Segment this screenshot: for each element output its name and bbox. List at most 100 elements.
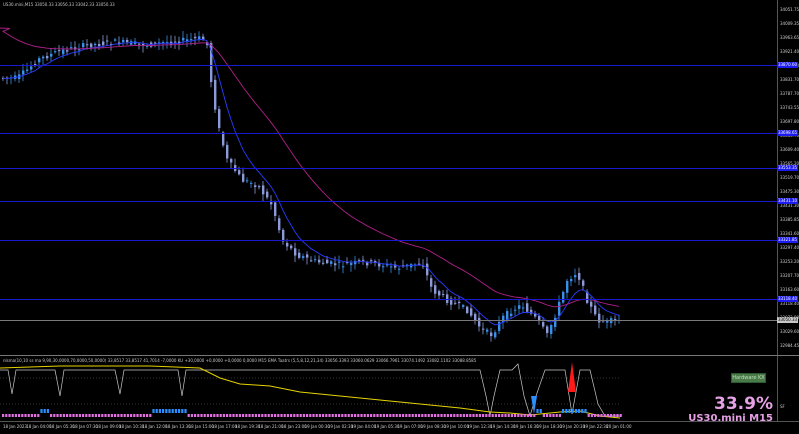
histogram-bar xyxy=(88,414,91,417)
candle-body xyxy=(226,144,229,159)
histogram-bar xyxy=(283,414,286,417)
histogram-bar xyxy=(5,414,8,417)
time-axis-label: 18 Jan 19:30 xyxy=(235,424,261,429)
histogram-bar xyxy=(507,414,510,417)
candle-body xyxy=(490,332,493,337)
histogram-bar xyxy=(286,414,289,417)
candle-body xyxy=(54,51,57,53)
histogram-bar xyxy=(216,414,219,417)
histogram-bar xyxy=(590,414,593,417)
histogram-bar xyxy=(187,414,190,417)
candle-body xyxy=(102,41,105,46)
histogram-bar xyxy=(350,414,353,417)
time-axis-label: 19 Jan 12:30 xyxy=(467,424,493,429)
candle-body xyxy=(122,39,125,43)
histogram-bar xyxy=(558,414,561,417)
time-axis-label: 19 Jan 08:30 xyxy=(420,424,446,429)
candle-body xyxy=(522,307,525,309)
candle-body xyxy=(566,280,569,293)
histogram-bar xyxy=(456,414,459,417)
histogram-bar xyxy=(366,414,369,417)
price-axis-label: 34051.75 xyxy=(780,7,799,12)
candle-body xyxy=(46,56,49,59)
indicator-svg[interactable] xyxy=(0,356,777,421)
candle-body xyxy=(22,70,25,75)
histogram-bar xyxy=(203,414,206,417)
histogram-bar xyxy=(72,414,75,417)
histogram-bar xyxy=(318,414,321,417)
candle-body xyxy=(182,37,185,41)
candle-body xyxy=(238,170,241,175)
histogram-bar xyxy=(104,414,107,417)
level-line[interactable] xyxy=(0,65,777,66)
candle-body xyxy=(358,260,361,262)
histogram-bar xyxy=(126,414,129,417)
histogram-bar xyxy=(43,409,46,413)
ema-fast-line[interactable] xyxy=(2,38,620,326)
histogram-bar xyxy=(344,414,347,417)
histogram-bar xyxy=(210,414,213,417)
histogram-bar xyxy=(565,409,568,413)
level-line[interactable] xyxy=(0,240,777,241)
time-axis-label: 20 Jan 01:00 xyxy=(606,424,632,429)
candle-body xyxy=(494,332,497,338)
indicator-pane[interactable] xyxy=(0,356,777,421)
histogram-bar xyxy=(533,414,536,417)
candle-body xyxy=(438,291,441,296)
time-axis[interactable]: 18 Jan 2023 18 Jan 04:00 18 Jan 05:30 18 Ja… xyxy=(0,421,799,434)
histogram-bar xyxy=(472,414,475,417)
candle-body xyxy=(242,173,245,182)
candle-body xyxy=(82,43,85,48)
histogram-bar xyxy=(347,414,350,417)
price-axis-label: 33341.60 xyxy=(780,231,799,236)
histogram-bar xyxy=(616,414,619,417)
level-line[interactable] xyxy=(0,201,777,202)
histogram-bar xyxy=(488,414,491,417)
level-line[interactable] xyxy=(0,133,777,134)
histogram-bar xyxy=(546,414,549,417)
candle-body xyxy=(434,285,437,294)
histogram-bar xyxy=(520,414,523,417)
candle-body xyxy=(342,266,345,268)
histogram-bar xyxy=(510,414,513,417)
price-axis-label: 33831.70 xyxy=(780,77,799,82)
histogram-bar xyxy=(578,409,581,413)
histogram-bar xyxy=(603,414,606,417)
main-chart[interactable] xyxy=(0,0,777,355)
candle-body xyxy=(430,278,433,287)
histogram-bar xyxy=(478,414,481,417)
candle-body xyxy=(466,306,469,313)
histogram-bar xyxy=(299,414,302,417)
histogram-bar xyxy=(101,414,104,417)
histogram-bar xyxy=(30,414,33,417)
candle-body xyxy=(86,44,89,46)
candle-body xyxy=(298,252,301,258)
level-line[interactable] xyxy=(0,168,777,169)
histogram-bar xyxy=(184,409,187,413)
price-axis-label: 33163.60 xyxy=(780,287,799,292)
candle-body xyxy=(562,291,565,303)
histogram-bar xyxy=(194,414,197,417)
candle-body xyxy=(362,259,365,261)
candle-body xyxy=(218,109,221,129)
histogram-bar xyxy=(536,409,539,413)
current-price-tag: 33050.33 xyxy=(777,317,798,323)
time-axis-label: 19 Jan 16:30 xyxy=(513,424,539,429)
candle-body xyxy=(546,326,549,333)
candle-body xyxy=(66,50,69,52)
histogram-bar xyxy=(69,414,72,417)
histogram-bar xyxy=(46,409,49,413)
indicator-axis[interactable]: SF xyxy=(777,356,799,421)
candle-body xyxy=(322,262,325,264)
indicator-toggle-button[interactable]: Hardware KX xyxy=(731,373,766,383)
histogram-bar xyxy=(421,414,424,417)
time-axis-label: 18 Jan 17:00 xyxy=(211,424,238,429)
histogram-bar xyxy=(539,409,542,413)
level-line[interactable] xyxy=(0,299,777,300)
candle-body xyxy=(230,158,233,163)
histogram-bar xyxy=(494,414,497,417)
candle-body xyxy=(106,40,109,42)
histogram-bar xyxy=(584,409,587,413)
histogram-bar xyxy=(146,414,149,417)
price-chart-svg[interactable] xyxy=(0,0,777,355)
